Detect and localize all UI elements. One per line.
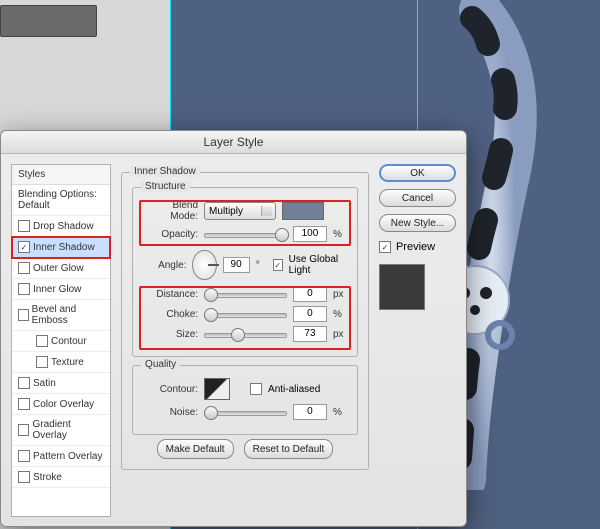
sidebar-item-label: Outer Glow [33, 263, 84, 274]
noise-value[interactable]: 0 [293, 404, 327, 420]
size-label: Size: [143, 329, 198, 340]
effect-checkbox[interactable] [18, 471, 30, 483]
structure-group: Structure Blend Mode: Multiply▾ Opacity:… [132, 187, 358, 357]
global-light-checkbox[interactable] [273, 259, 283, 271]
size-slider[interactable] [204, 327, 287, 341]
noise-slider[interactable] [204, 405, 287, 419]
sidebar-item-label: Satin [33, 378, 56, 389]
effect-checkbox[interactable] [18, 220, 30, 232]
sidebar-item-inner-glow[interactable]: Inner Glow [12, 279, 110, 300]
sidebar-item-label: Blending Options: Default [18, 189, 104, 211]
sidebar-item-label: Stroke [33, 472, 62, 483]
sidebar-item-label: Texture [51, 357, 84, 368]
distance-slider[interactable] [204, 287, 287, 301]
contour-picker[interactable] [204, 378, 230, 400]
preview-label: Preview [396, 241, 435, 253]
angle-label: Angle: [143, 260, 186, 271]
blend-mode-value: Multiply [209, 206, 243, 217]
reset-default-button[interactable]: Reset to Default [244, 439, 334, 459]
sidebar-item-texture[interactable]: Texture [12, 352, 110, 373]
new-style-button[interactable]: New Style... [379, 214, 456, 232]
effect-checkbox[interactable] [36, 335, 48, 347]
settings-panel: Inner Shadow Structure Blend Mode: Multi… [121, 164, 369, 517]
choke-label: Choke: [143, 309, 198, 320]
make-default-button[interactable]: Make Default [157, 439, 234, 459]
structure-legend: Structure [141, 181, 190, 192]
sidebar-item-label: Gradient Overlay [32, 419, 104, 441]
sidebar-item-label: Color Overlay [33, 399, 94, 410]
sidebar-item-blending-options-default[interactable]: Blending Options: Default [12, 185, 110, 216]
antialiased-label: Anti-aliased [268, 384, 320, 395]
dialog-title[interactable]: Layer Style [1, 131, 466, 154]
panel-title: Inner Shadow [130, 166, 200, 177]
percent-unit: % [333, 407, 347, 418]
sidebar-item-drop-shadow[interactable]: Drop Shadow [12, 216, 110, 237]
px-unit: px [333, 289, 347, 300]
opacity-slider[interactable] [204, 227, 287, 241]
effect-checkbox[interactable] [18, 283, 30, 295]
blend-mode-label: Blend Mode: [143, 200, 198, 222]
sidebar-item-label: Inner Glow [33, 284, 81, 295]
layer-style-dialog: Layer Style Styles Blending Options: Def… [0, 130, 467, 527]
sidebar-item-inner-shadow[interactable]: Inner Shadow [12, 237, 110, 258]
contour-label: Contour: [143, 384, 198, 395]
percent-unit: % [333, 229, 347, 240]
cancel-button[interactable]: Cancel [379, 189, 456, 207]
noise-label: Noise: [143, 407, 198, 418]
angle-dial[interactable] [192, 250, 216, 280]
choke-slider[interactable] [204, 307, 287, 321]
preview-checkbox[interactable] [379, 241, 391, 253]
sidebar-item-satin[interactable]: Satin [12, 373, 110, 394]
effect-checkbox[interactable] [18, 424, 29, 436]
preview-swatch [379, 264, 425, 310]
sidebar-item-color-overlay[interactable]: Color Overlay [12, 394, 110, 415]
percent-unit: % [333, 309, 347, 320]
choke-value[interactable]: 0 [293, 306, 327, 322]
sidebar-item-label: Bevel and Emboss [32, 304, 104, 326]
effect-checkbox[interactable] [18, 241, 30, 253]
antialiased-checkbox[interactable] [250, 383, 262, 395]
effect-checkbox[interactable] [18, 377, 30, 389]
sidebar-item-label: Pattern Overlay [33, 451, 102, 462]
sidebar-item-label: Drop Shadow [33, 221, 94, 232]
sidebar-header[interactable]: Styles [12, 165, 110, 185]
ok-button[interactable]: OK [379, 164, 456, 182]
sidebar-item-gradient-overlay[interactable]: Gradient Overlay [12, 415, 110, 446]
effect-checkbox[interactable] [36, 356, 48, 368]
quality-legend: Quality [141, 359, 180, 370]
opacity-label: Opacity: [143, 229, 198, 240]
sidebar-item-label: Inner Shadow [33, 242, 95, 253]
effect-checkbox[interactable] [18, 398, 30, 410]
floating-palette[interactable] [0, 5, 97, 37]
panel-outer: Inner Shadow Structure Blend Mode: Multi… [121, 172, 369, 470]
quality-group: Quality Contour: Anti-aliased Noise: 0 % [132, 365, 358, 435]
sidebar-item-contour[interactable]: Contour [12, 331, 110, 352]
degree-unit: ° [256, 260, 267, 271]
dialog-buttons: OK Cancel New Style... Preview [379, 164, 456, 517]
sidebar-item-bevel-and-emboss[interactable]: Bevel and Emboss [12, 300, 110, 331]
global-light-label: Use Global Light [289, 254, 347, 276]
effect-checkbox[interactable] [18, 309, 29, 321]
px-unit: px [333, 329, 347, 340]
distance-value[interactable]: 0 [293, 286, 327, 302]
blend-mode-dropdown[interactable]: Multiply▾ [204, 202, 276, 220]
effect-checkbox[interactable] [18, 450, 30, 462]
angle-value[interactable]: 90 [223, 257, 250, 273]
sidebar-item-label: Contour [51, 336, 87, 347]
size-value[interactable]: 73 [293, 326, 327, 342]
distance-label: Distance: [143, 289, 198, 300]
opacity-value[interactable]: 100 [293, 226, 327, 242]
effect-checkbox[interactable] [18, 262, 30, 274]
sidebar-item-stroke[interactable]: Stroke [12, 467, 110, 488]
sidebar-item-outer-glow[interactable]: Outer Glow [12, 258, 110, 279]
effects-sidebar: Styles Blending Options: Default Drop Sha… [11, 164, 111, 517]
shadow-color-swatch[interactable] [282, 202, 324, 220]
sidebar-item-pattern-overlay[interactable]: Pattern Overlay [12, 446, 110, 467]
